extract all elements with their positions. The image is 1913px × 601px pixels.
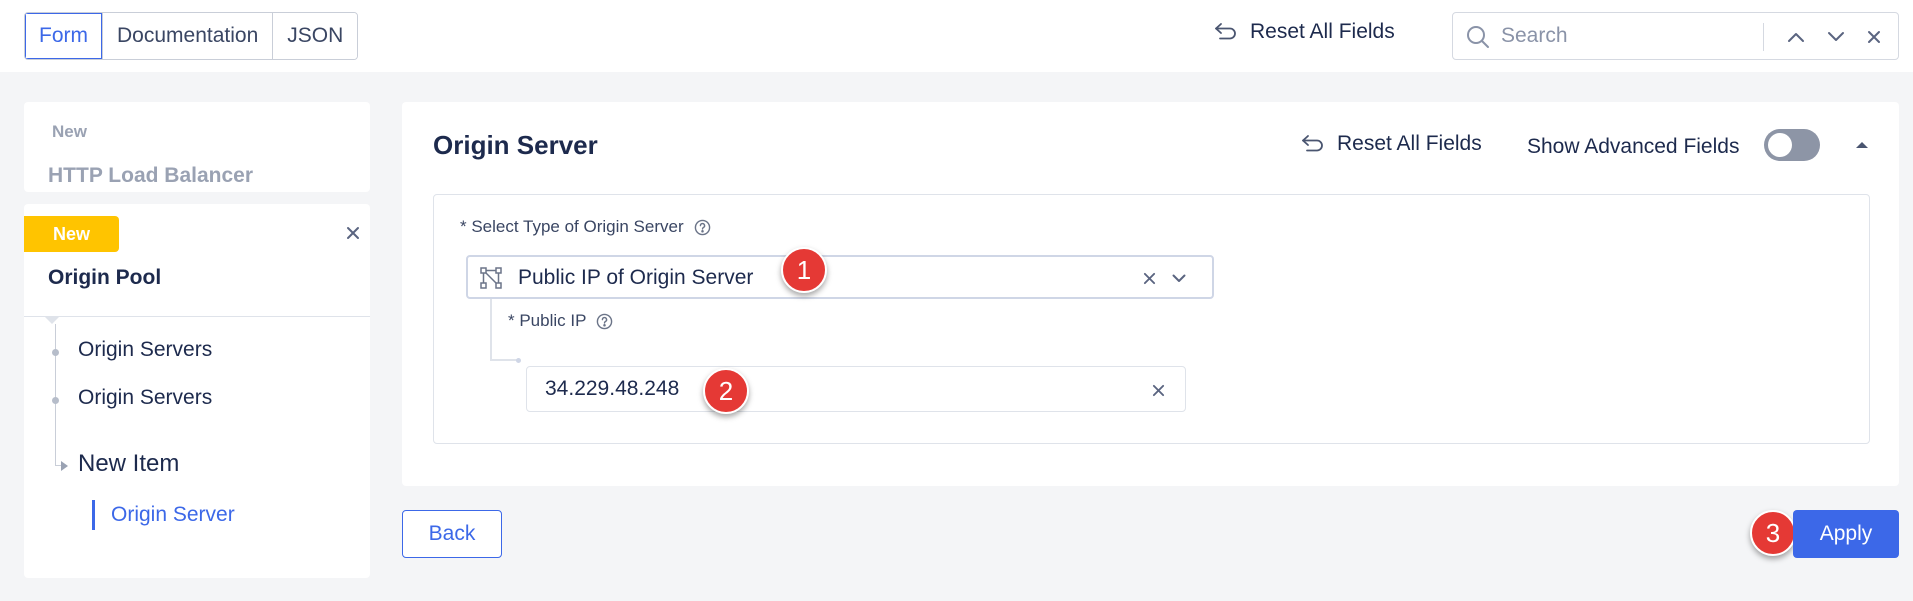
tab-json[interactable]: JSON: [273, 13, 358, 59]
lb-title: HTTP Load Balancer: [48, 164, 253, 187]
tree-item-origin-server-active[interactable]: Origin Server: [92, 500, 235, 530]
reset-all-fields-button[interactable]: Reset All Fields: [1299, 132, 1482, 156]
reset-all-fields-top-button[interactable]: Reset All Fields: [1212, 20, 1395, 44]
divider: [24, 316, 370, 317]
origin-server-type-label: * Select Type of Origin Server: [460, 217, 684, 236]
tree-dot: [52, 349, 59, 356]
origin-server-fields: * Select Type of Origin Server Public IP…: [433, 194, 1870, 444]
chevron-up-icon: [1856, 141, 1868, 148]
step-badge-3: 3: [1750, 510, 1796, 556]
lb-new-label: New: [52, 122, 87, 141]
tree-item-new-item[interactable]: New Item: [78, 450, 179, 478]
close-icon: [1143, 272, 1155, 284]
tab-documentation[interactable]: Documentation: [103, 13, 274, 59]
step-badge-2: 2: [703, 368, 749, 414]
tab-form[interactable]: Form: [25, 13, 103, 59]
origin-pool-new-badge: New: [24, 216, 119, 252]
tree-dot: [52, 397, 59, 404]
tree-item-origin-servers-1[interactable]: Origin Servers: [78, 338, 212, 362]
view-mode-tabs: Form Documentation JSON: [24, 12, 359, 60]
public-ip-field: [526, 366, 1186, 412]
tree-arrow-icon: [61, 461, 68, 471]
origin-server-type-value: Public IP of Origin Server: [518, 266, 754, 289]
public-ip-field-label: * Public IP: [508, 311, 613, 331]
origin-pool-card: New Origin Pool Origin Servers Origin Se…: [24, 204, 370, 578]
search-icon: [1467, 26, 1489, 48]
step-badge-1: 1: [781, 247, 827, 293]
reset-all-fields-label: Reset All Fields: [1337, 132, 1482, 155]
chevron-down-icon: [1828, 32, 1844, 41]
tree-item-origin-servers-2[interactable]: Origin Servers: [78, 386, 212, 410]
close-icon: [1868, 31, 1880, 43]
public-ip-input[interactable]: [545, 375, 1105, 403]
search-close-button[interactable]: [1861, 24, 1887, 50]
search-input[interactable]: [1501, 21, 1741, 51]
reset-icon: [1302, 135, 1323, 152]
apply-button[interactable]: Apply: [1793, 510, 1899, 558]
chevron-up-icon: [1788, 33, 1804, 42]
collapse-section-button[interactable]: [1852, 136, 1872, 152]
search-divider: [1763, 23, 1764, 51]
http-load-balancer-card[interactable]: New HTTP Load Balancer: [24, 102, 370, 192]
top-toolbar: Form Documentation JSON Reset All Fields: [0, 0, 1913, 72]
tree-line: [55, 324, 56, 466]
clear-ip-button[interactable]: [1147, 379, 1169, 401]
origin-server-section: Origin Server Reset All Fields Show Adva…: [402, 102, 1899, 486]
origin-server-type-select[interactable]: Public IP of Origin Server: [466, 255, 1214, 299]
help-icon[interactable]: [694, 219, 711, 236]
reset-all-fields-label: Reset All Fields: [1250, 20, 1395, 43]
chevron-down-icon: [1172, 274, 1186, 282]
search-previous-button[interactable]: [1783, 24, 1809, 50]
origin-pool-title: Origin Pool: [48, 266, 162, 289]
back-button[interactable]: Back: [402, 510, 502, 558]
search-next-button[interactable]: [1823, 24, 1849, 50]
toggle-knob: [1768, 133, 1792, 157]
close-icon: [1152, 384, 1164, 396]
show-advanced-fields-toggle[interactable]: [1764, 129, 1820, 161]
section-title: Origin Server: [433, 130, 598, 160]
help-icon[interactable]: [596, 313, 613, 330]
network-nodes-icon: [480, 267, 502, 289]
show-advanced-fields-label: Show Advanced Fields: [1527, 135, 1740, 158]
dropdown-toggle[interactable]: [1168, 267, 1190, 289]
close-icon: [347, 227, 359, 239]
origin-server-type-field-label: * Select Type of Origin Server: [460, 217, 711, 237]
search-box: [1452, 12, 1899, 60]
origin-pool-close-button[interactable]: [342, 222, 364, 244]
clear-selection-button[interactable]: [1138, 267, 1160, 289]
divider-notch: [44, 316, 60, 324]
connector-dot: [516, 358, 521, 363]
public-ip-label: * Public IP: [508, 311, 587, 330]
reset-icon: [1215, 23, 1236, 40]
